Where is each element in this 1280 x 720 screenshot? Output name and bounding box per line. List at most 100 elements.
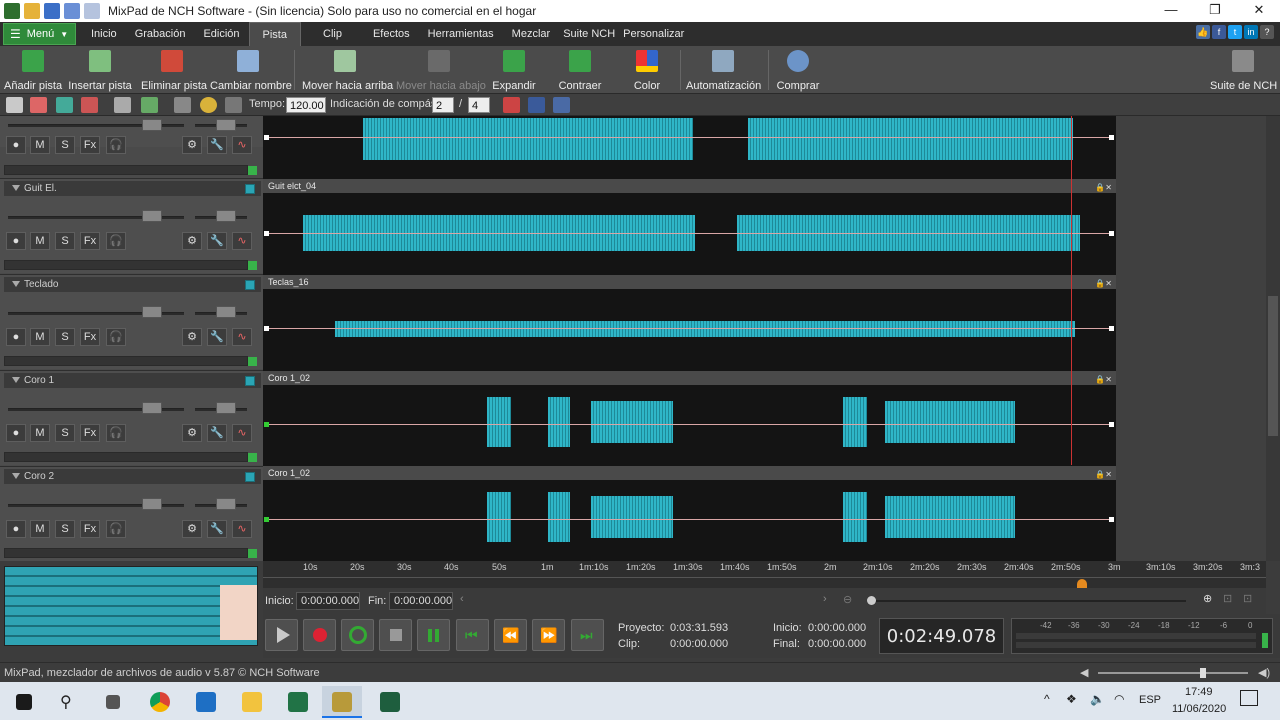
volume-knob[interactable]	[142, 402, 162, 414]
fx-button[interactable]: Fx	[80, 424, 100, 442]
volume-knob[interactable]	[142, 210, 162, 222]
task-view-button[interactable]	[93, 686, 133, 718]
zoom-in-icon[interactable]: ⊕	[1203, 592, 1212, 605]
language-indicator[interactable]: ESP	[1139, 694, 1161, 706]
rename-button[interactable]: Cambiar nombre	[210, 50, 292, 94]
speaker-icon[interactable]: ◀	[1080, 663, 1088, 683]
grid-view-icon[interactable]	[528, 97, 545, 113]
volume-knob[interactable]	[142, 498, 162, 510]
tab-efectos[interactable]: Efectos	[364, 22, 419, 46]
clip-area[interactable]: Guit elct_04 🔒✕ Teclas_16 🔒✕ Coro 1_02 🔒✕ C…	[263, 116, 1116, 561]
go-to-start-button[interactable]: ⏮	[456, 619, 489, 651]
track-name-bar[interactable]: Guit El.	[4, 181, 261, 196]
open-icon[interactable]	[24, 3, 40, 19]
envelope-point[interactable]	[264, 517, 269, 522]
volume-envelope-line[interactable]	[265, 519, 1114, 520]
selection-end-input[interactable]: 0:00:00.000	[389, 592, 453, 610]
volume-envelope-line[interactable]	[265, 137, 1114, 138]
fx-button[interactable]: Fx	[80, 136, 100, 154]
headphones-icon[interactable]: 🎧	[106, 328, 126, 346]
main-menu-button[interactable]: ☰ Menú ▼	[3, 23, 76, 45]
record-arm-button[interactable]: ●	[6, 328, 26, 346]
fx-button[interactable]: Fx	[80, 328, 100, 346]
volume-envelope-line[interactable]	[265, 233, 1114, 234]
volume-icon[interactable]: 🔈	[1090, 692, 1105, 706]
envelope-point[interactable]	[264, 422, 269, 427]
move-up-button[interactable]: Mover hacia arriba	[302, 50, 393, 94]
selection-start-input[interactable]: 0:00:00.000	[296, 592, 360, 610]
rewind-button[interactable]: ⏪	[494, 619, 527, 651]
scrollbar-thumb[interactable]	[1268, 296, 1278, 436]
automation-button[interactable]: Automatización	[686, 50, 761, 94]
headphones-icon[interactable]: 🎧	[106, 424, 126, 442]
headphones-icon[interactable]: 🎧	[106, 136, 126, 154]
envelope-icon[interactable]: ∿	[232, 520, 252, 538]
delete-track-button[interactable]: Eliminar pista	[141, 50, 207, 94]
tab-personalizar[interactable]: Personalizar	[619, 22, 688, 46]
tempo-input[interactable]: 120.00	[286, 97, 326, 113]
zoom-out-icon[interactable]: ⊖	[843, 593, 852, 606]
start-button[interactable]	[2, 686, 42, 718]
track-name-bar[interactable]: Coro 2	[4, 469, 261, 484]
file-explorer-app[interactable]	[232, 686, 272, 718]
stop-button[interactable]	[379, 619, 412, 651]
fast-forward-button[interactable]: ⏩	[532, 619, 565, 651]
collapse-triangle-icon[interactable]	[12, 377, 20, 383]
volume-knob[interactable]	[142, 306, 162, 318]
clip-lane[interactable]	[263, 116, 1116, 178]
chevron-up-icon[interactable]: ^	[1044, 692, 1050, 706]
tab-herramientas[interactable]: Herramientas	[419, 22, 503, 46]
clip-lane[interactable]	[263, 289, 1116, 370]
tab-pista[interactable]: Pista	[248, 22, 301, 46]
wrench-icon[interactable]: 🔧	[207, 520, 227, 538]
effects-chain-icon[interactable]: ⚙	[182, 328, 202, 346]
mute-button[interactable]: M	[30, 328, 50, 346]
track-color-swatch[interactable]	[245, 280, 255, 290]
tab-inicio[interactable]: Inicio	[82, 22, 126, 46]
metronome-icon[interactable]	[174, 97, 191, 113]
help-icon[interactable]: ?	[1260, 25, 1274, 39]
effects-chain-icon[interactable]: ⚙	[182, 520, 202, 538]
record-button[interactable]	[303, 619, 336, 651]
collapse-triangle-icon[interactable]	[12, 185, 20, 191]
track-color-swatch[interactable]	[245, 376, 255, 386]
mixpad-app[interactable]	[322, 686, 362, 718]
solo-button[interactable]: S	[55, 424, 75, 442]
record-arm-icon[interactable]	[6, 97, 23, 113]
playhead-cursor[interactable]	[1071, 116, 1072, 465]
track-name-bar[interactable]: Coro 1	[4, 373, 261, 388]
fx-button[interactable]: Fx	[80, 232, 100, 250]
volume-envelope-line[interactable]	[265, 424, 1114, 425]
zoom-slider-thumb[interactable]	[867, 596, 876, 605]
terminal-app[interactable]	[370, 686, 410, 718]
headphones-icon[interactable]: 🎧	[106, 520, 126, 538]
pan-knob[interactable]	[216, 402, 236, 414]
record-arm-button[interactable]: ●	[6, 520, 26, 538]
time-signature-denominator[interactable]: 4	[468, 97, 490, 113]
move-down-button[interactable]: Mover hacia abajo	[396, 50, 486, 94]
chrome-app[interactable]	[140, 686, 180, 718]
clip-title-bar[interactable]: Coro 1_02 🔒✕	[263, 466, 1116, 480]
envelope-point[interactable]	[264, 326, 269, 331]
linkedin-icon[interactable]: in	[1244, 25, 1258, 39]
track-name-bar[interactable]: Teclado	[4, 277, 261, 292]
clip-lane[interactable]	[263, 193, 1116, 274]
tab-suite-nch[interactable]: Suite NCH	[559, 22, 619, 46]
mute-button[interactable]: M	[30, 424, 50, 442]
pan-knob[interactable]	[216, 306, 236, 318]
add-track-button[interactable]: Añadir pista	[4, 50, 62, 94]
track-color-swatch[interactable]	[245, 472, 255, 482]
zoom-fit-icon[interactable]: ⊡	[1223, 592, 1232, 605]
minimize-button[interactable]: —	[1148, 0, 1194, 22]
envelope-point[interactable]	[1109, 422, 1114, 427]
clip-title-bar[interactable]: Coro 1_02 🔒✕	[263, 371, 1116, 385]
tab-grabacion[interactable]: Grabación	[126, 22, 195, 46]
envelope-point[interactable]	[1109, 517, 1114, 522]
add-icon[interactable]	[56, 97, 73, 113]
close-button[interactable]: ✕	[1236, 0, 1280, 22]
play-button[interactable]	[265, 619, 298, 651]
collapse-triangle-icon[interactable]	[12, 473, 20, 479]
envelope-point[interactable]	[264, 135, 269, 140]
zoom-selection-icon[interactable]: ⊡	[1243, 592, 1252, 605]
undo-icon[interactable]	[64, 3, 80, 19]
